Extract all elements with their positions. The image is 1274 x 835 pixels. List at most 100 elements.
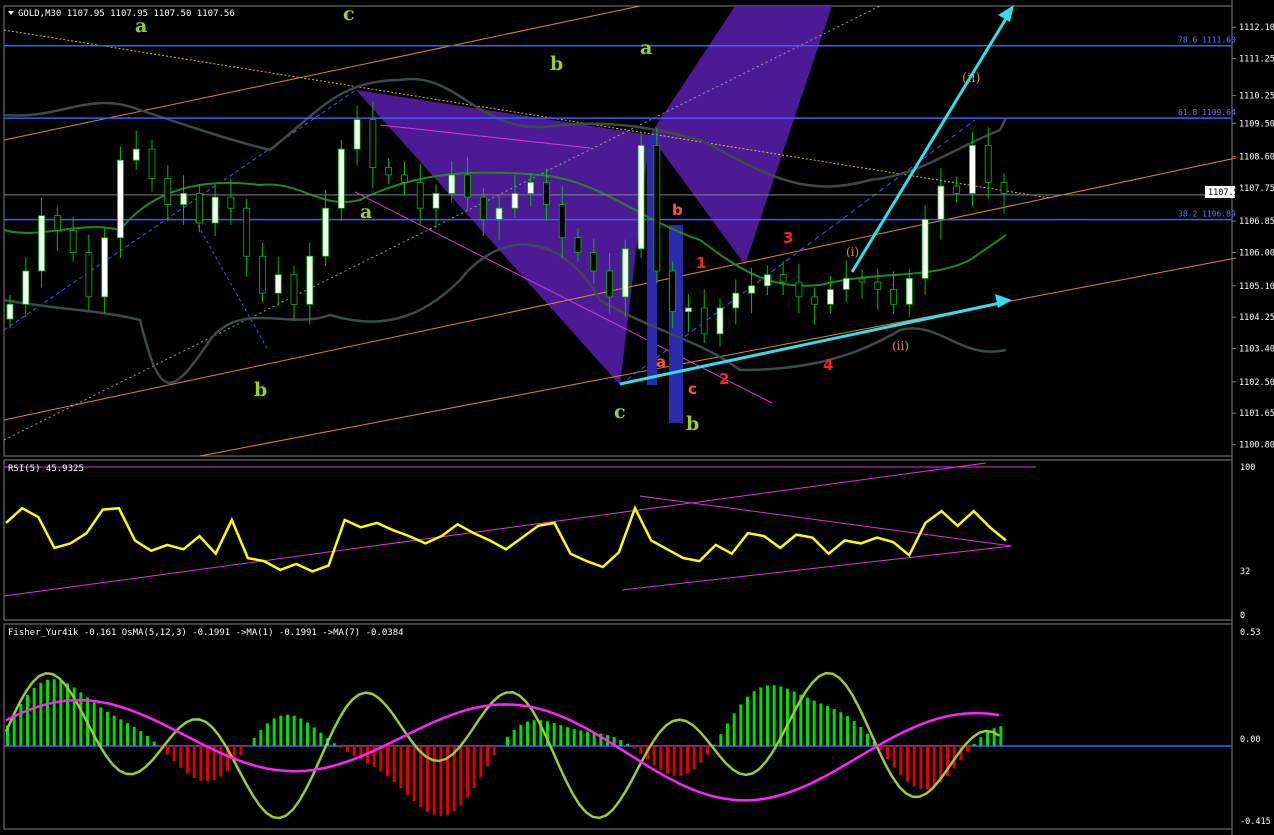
candle-body bbox=[385, 167, 393, 176]
candle-body bbox=[85, 252, 93, 298]
osma-bar bbox=[839, 712, 843, 746]
osma-bar bbox=[252, 737, 256, 746]
candle-body bbox=[195, 193, 203, 224]
osma-bar bbox=[146, 735, 149, 746]
candle-body bbox=[574, 237, 582, 253]
symbol-header: GOLD,M30 1107.95 1107.95 1107.50 1107.56 bbox=[18, 9, 235, 19]
osma-bar bbox=[659, 746, 663, 770]
fib-label: 61.8 1109.64 bbox=[1178, 108, 1236, 117]
osma-bar bbox=[879, 746, 883, 751]
price-tick-label: 1100.80 bbox=[1239, 441, 1274, 451]
wave-label-roman: (i) bbox=[846, 245, 859, 259]
candle-body bbox=[117, 159, 124, 239]
candle-body bbox=[464, 174, 471, 198]
osma-bar bbox=[486, 746, 489, 767]
osma-bar bbox=[679, 746, 683, 776]
osma-bar bbox=[886, 746, 889, 760]
osma-bar bbox=[579, 730, 583, 746]
osma-bar bbox=[379, 746, 383, 772]
osma-bar bbox=[812, 700, 816, 746]
wave-label-red: c bbox=[688, 380, 697, 398]
osma-bar bbox=[432, 746, 436, 815]
osma-bar bbox=[392, 746, 396, 783]
osma-bar bbox=[452, 746, 456, 812]
osma-bar bbox=[572, 728, 576, 746]
osma-bar bbox=[919, 746, 923, 789]
osma-bar bbox=[312, 727, 316, 746]
osma-bar bbox=[206, 746, 209, 782]
candle-body bbox=[763, 274, 771, 287]
osma-bar bbox=[306, 722, 309, 746]
osma-bar bbox=[466, 746, 469, 798]
osma-bar bbox=[526, 721, 529, 746]
candle-body bbox=[590, 252, 598, 272]
osma-bar bbox=[186, 746, 189, 774]
wave-label-red: 2 bbox=[719, 370, 729, 388]
osma-bar bbox=[819, 703, 823, 746]
osma-bar bbox=[999, 726, 1003, 746]
osma-bar bbox=[792, 691, 796, 746]
rsi-pane bbox=[3, 462, 1036, 597]
wave-label-red: a bbox=[656, 353, 666, 371]
candle-body bbox=[401, 174, 408, 183]
osma-bar bbox=[926, 746, 929, 790]
candle-body bbox=[858, 277, 866, 283]
osma-bar bbox=[66, 683, 69, 746]
candle-body bbox=[969, 145, 976, 194]
price-tick-label: 1112.10 bbox=[1239, 23, 1274, 33]
candle-body bbox=[637, 145, 645, 250]
candle-body bbox=[322, 207, 329, 257]
osma-bar bbox=[12, 714, 16, 746]
wave-label-roman: (ii) bbox=[962, 71, 980, 86]
osma-bar bbox=[719, 734, 723, 746]
osma-bar bbox=[552, 723, 556, 746]
osma-bar bbox=[519, 724, 523, 746]
candle-body bbox=[148, 148, 156, 180]
price-tick-label: 1103.40 bbox=[1239, 345, 1274, 355]
osma-bar bbox=[39, 682, 43, 746]
osma-bar bbox=[286, 714, 289, 746]
osma-bar bbox=[119, 719, 123, 746]
candle-body bbox=[369, 119, 377, 168]
chart-canvas[interactable]: 78.6 1111.60 61.8 1109.64 38.2 1106.89 a c… bbox=[0, 0, 1274, 835]
purple-zone-left bbox=[356, 90, 650, 385]
candle-body bbox=[1000, 181, 1008, 194]
osma-bar bbox=[406, 746, 409, 795]
candle-body bbox=[700, 307, 708, 335]
osma-bar bbox=[739, 704, 743, 746]
candle-body bbox=[905, 277, 913, 305]
candle-body bbox=[479, 196, 487, 220]
candle-body bbox=[921, 218, 929, 279]
osma-bar bbox=[292, 715, 296, 746]
osma-bar bbox=[752, 691, 756, 746]
ma7-line bbox=[5, 698, 1000, 802]
candle-body bbox=[38, 215, 45, 272]
candle-body bbox=[779, 274, 787, 283]
wave-label-roman: (ii) bbox=[892, 339, 909, 353]
candle-body bbox=[716, 307, 724, 335]
candle-body bbox=[669, 270, 677, 313]
price-tick-label: 1106.00 bbox=[1239, 249, 1274, 259]
osma-bar bbox=[472, 746, 476, 788]
collapse-arrow-icon[interactable] bbox=[8, 11, 14, 15]
osma-bar bbox=[499, 745, 503, 746]
osma-bar bbox=[132, 726, 136, 746]
candle-body bbox=[101, 237, 109, 298]
osma-bar bbox=[619, 740, 623, 746]
candle-body bbox=[274, 274, 282, 294]
osma-bar bbox=[586, 731, 589, 746]
osma-bar bbox=[966, 746, 969, 752]
candle-body bbox=[937, 185, 945, 220]
osma-bar bbox=[492, 746, 496, 756]
svg-text:0: 0 bbox=[1240, 611, 1245, 621]
osma-bar bbox=[832, 708, 836, 746]
osma-bar bbox=[772, 685, 776, 746]
osma-bar bbox=[912, 746, 916, 787]
candle-body bbox=[432, 193, 440, 209]
candle-body bbox=[874, 281, 882, 290]
candle-body bbox=[211, 196, 219, 224]
osma-bar bbox=[806, 697, 809, 746]
osma-bar bbox=[859, 726, 863, 746]
osma-bar bbox=[439, 746, 443, 816]
osma-bar bbox=[139, 731, 143, 746]
